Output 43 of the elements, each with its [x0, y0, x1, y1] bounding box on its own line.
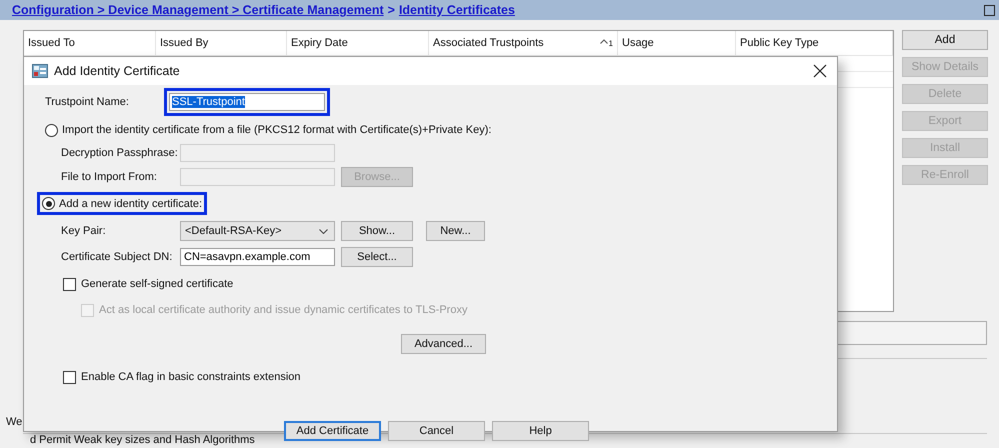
column-header[interactable]: Associated Trustpoints 1: [429, 31, 618, 55]
checkbox-label: Enable CA flag in basic constraints extension: [81, 371, 301, 383]
field-label: Certificate Subject DN:: [61, 251, 174, 263]
dialog-title: Add Identity Certificate: [54, 64, 180, 78]
column-header[interactable]: Issued By: [156, 31, 287, 55]
checkbox-label: Generate self-signed certificate: [81, 278, 234, 290]
column-header[interactable]: Issued To: [24, 31, 156, 55]
checkbox-label: Act as local certificate authority and issue dynamic certificates to TLS-Proxy: [99, 304, 468, 316]
dialog-button[interactable]: Add Certificate: [284, 421, 381, 441]
checkbox[interactable]: [63, 370, 76, 384]
checkbox[interactable]: [63, 278, 76, 290]
maximize-icon[interactable]: [984, 4, 995, 16]
certificate-icon: [32, 64, 48, 78]
column-header[interactable]: Usage: [618, 31, 736, 55]
chevron-down-icon: [319, 228, 328, 234]
background-text: d Permit Weak key sizes and Hash Algorithms: [30, 434, 255, 446]
field-label: Trustpoint Name:: [45, 96, 130, 108]
radio-label: Add a new identity certificate:: [59, 198, 202, 210]
sort-rank: 1: [608, 38, 613, 48]
column-header[interactable]: Public Key Type: [736, 31, 893, 55]
radio-button[interactable]: [42, 197, 55, 210]
key-pair-dropdown[interactable]: <Default-RSA-Key>: [180, 221, 335, 241]
radio-button[interactable]: [45, 124, 58, 136]
dialog-button[interactable]: Help: [492, 421, 589, 441]
dialog-button[interactable]: Cancel: [388, 421, 485, 441]
dialog-button[interactable]: Show...: [341, 221, 413, 241]
subject-dn-field[interactable]: CN=asavpn.example.com: [180, 248, 335, 266]
close-icon[interactable]: [813, 64, 827, 78]
breadcrumb-separator: >: [388, 3, 395, 17]
advanced-button[interactable]: Advanced...: [401, 334, 486, 354]
field-label: Decryption Passphrase:: [61, 147, 179, 159]
side-button[interactable]: Add: [902, 30, 988, 50]
dialog-button[interactable]: Select...: [341, 247, 413, 267]
field-label: Key Pair:: [61, 225, 107, 237]
sort-icon: [600, 38, 608, 44]
breadcrumb-link[interactable]: Configuration > Device Management > Certificate Management: [12, 3, 384, 17]
trustpoint-field[interactable]: SSL-Trustpoint: [169, 93, 325, 111]
radio-label: Import the identity certificate from a file (PKCS12 format with Certificate(s)+Private Key):: [62, 124, 492, 136]
column-header[interactable]: Expiry Date: [287, 31, 429, 55]
breadcrumb-link[interactable]: Identity Certificates: [398, 3, 515, 17]
background-text: We: [6, 416, 22, 428]
field-label: File to Import From:: [61, 171, 158, 183]
dialog-button[interactable]: New...: [426, 221, 485, 241]
